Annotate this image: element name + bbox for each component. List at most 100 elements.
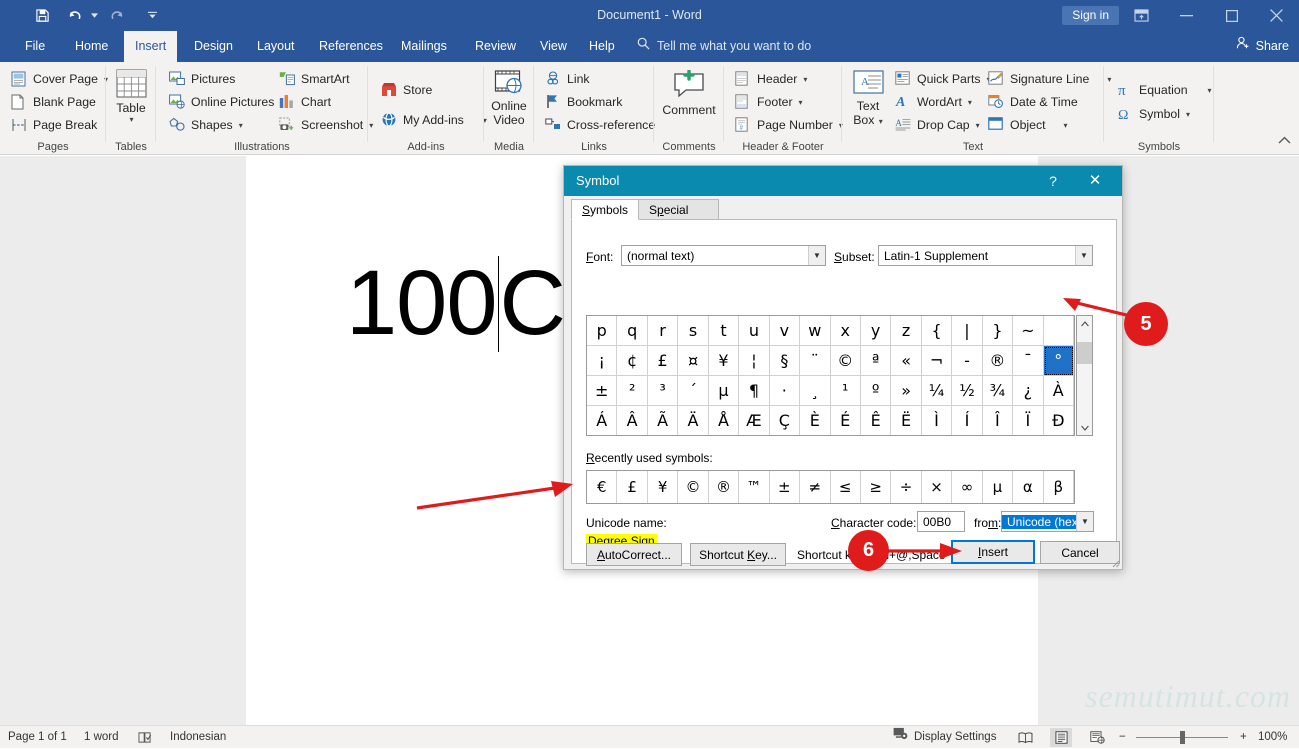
- recent-symbol-cell[interactable]: β: [1044, 471, 1074, 503]
- symbol-cell[interactable]: £: [647, 346, 679, 376]
- symbol-cell[interactable]: ¯: [1013, 346, 1044, 376]
- ribbon-button-page-number[interactable]: # Page Number ▾: [732, 114, 846, 137]
- minimize-icon[interactable]: [1164, 0, 1209, 31]
- symbol-grid[interactable]: p q r s t u v w x y z{|} ~ ¡ ¢ £ ¤ ¥ ¦ § ¨ © ª «¬ - ® ¯ ° ± ² ³ ´ µ ¶ · ¸ ¹…: [586, 315, 1075, 436]
- symbol-cell[interactable]: ³: [647, 376, 679, 406]
- symbol-cell[interactable]: ¸: [800, 376, 831, 406]
- language-indicator[interactable]: Indonesian: [170, 726, 226, 749]
- ribbon-button-page-break[interactable]: Page Break: [8, 114, 100, 137]
- symbol-cell[interactable]: ®: [982, 346, 1014, 376]
- symbol-cell[interactable]: y: [860, 316, 892, 346]
- share-button[interactable]: Share: [1236, 31, 1289, 62]
- symbol-cell[interactable]: v: [769, 316, 801, 346]
- tab-references[interactable]: References: [308, 31, 394, 62]
- recent-symbol-cell[interactable]: ™: [739, 471, 770, 503]
- symbol-cell[interactable]: ·: [769, 376, 801, 406]
- symbol-cell[interactable]: Ç: [770, 406, 801, 435]
- ribbon-button-table[interactable]: Table ▾: [111, 69, 151, 124]
- zoom-out-button[interactable]: −: [1119, 726, 1126, 749]
- chevron-down-icon[interactable]: ▾: [1208, 86, 1212, 95]
- chevron-down-icon[interactable]: ▼: [1075, 246, 1092, 265]
- symbol-cell[interactable]: r: [647, 316, 679, 346]
- close-icon[interactable]: ✕: [1076, 166, 1114, 196]
- tab-home[interactable]: Home: [64, 31, 119, 62]
- symbol-cell[interactable]: ¼: [921, 376, 953, 406]
- symbol-cell[interactable]: x: [830, 316, 861, 346]
- symbol-cell[interactable]: Å: [709, 406, 740, 435]
- tab-view[interactable]: View: [529, 31, 578, 62]
- symbol-cell[interactable]: u: [739, 316, 770, 346]
- recent-symbol-cell[interactable]: ®: [709, 471, 740, 503]
- ribbon-button-drop-cap[interactable]: A Drop Cap ▾: [892, 114, 983, 137]
- zoom-level[interactable]: 100%: [1258, 726, 1287, 749]
- ribbon-button-quick-parts[interactable]: Quick Parts ▾: [892, 68, 994, 91]
- symbol-cell[interactable]: }: [982, 316, 1014, 346]
- symbol-cell[interactable]: «: [891, 346, 922, 376]
- symbol-cell[interactable]: ¤: [678, 346, 709, 376]
- print-layout-icon[interactable]: [1050, 728, 1072, 747]
- symbol-cell[interactable]: Ë: [891, 406, 922, 435]
- ribbon-display-options-icon[interactable]: [1119, 0, 1164, 31]
- symbol-cell[interactable]: Â: [617, 406, 648, 435]
- symbol-cell[interactable]: º: [860, 376, 892, 406]
- symbol-cell[interactable]: ¿: [1013, 376, 1044, 406]
- character-code-input[interactable]: 00B0: [917, 511, 965, 532]
- symbol-cell[interactable]: q: [617, 316, 648, 346]
- recent-symbol-cell[interactable]: £: [617, 471, 648, 503]
- symbol-cell[interactable]: ¹: [830, 376, 861, 406]
- chevron-down-icon[interactable]: ▾: [976, 121, 980, 130]
- recent-symbol-cell[interactable]: ≤: [831, 471, 861, 503]
- symbol-cell[interactable]: µ: [708, 376, 740, 406]
- symbol-cell[interactable]: [1043, 316, 1074, 346]
- chevron-down-icon[interactable]: ▾: [239, 121, 243, 130]
- sign-in-button[interactable]: Sign in: [1062, 6, 1119, 25]
- symbol-cell[interactable]: -: [952, 346, 983, 376]
- recent-symbol-cell[interactable]: ±: [770, 471, 801, 503]
- recent-symbol-cell[interactable]: α: [1013, 471, 1044, 503]
- symbol-cell[interactable]: ½: [952, 376, 983, 406]
- symbol-cell[interactable]: ²: [617, 376, 648, 406]
- zoom-slider-thumb[interactable]: [1180, 731, 1185, 744]
- ribbon-button-blank-page[interactable]: Blank Page: [8, 91, 99, 114]
- symbol-cell[interactable]: Í: [952, 406, 983, 435]
- symbol-cell[interactable]: É: [831, 406, 861, 435]
- symbol-cell[interactable]: Ê: [861, 406, 892, 435]
- ribbon-button-comment[interactable]: Comment: [658, 69, 720, 117]
- document-text[interactable]: 100 C: [346, 251, 566, 356]
- ribbon-button-store[interactable]: Store: [378, 79, 435, 102]
- ribbon-button-header[interactable]: Header ▾: [732, 68, 810, 91]
- resize-grip-icon[interactable]: [1108, 556, 1120, 568]
- recent-symbol-cell[interactable]: ©: [678, 471, 709, 503]
- customize-qat-icon[interactable]: [139, 3, 165, 29]
- insert-button[interactable]: Insert: [951, 540, 1035, 564]
- symbol-grid-scrollbar[interactable]: [1076, 315, 1093, 436]
- ribbon-button-link[interactable]: Link: [542, 68, 593, 91]
- tell-me-search[interactable]: Tell me what you want to do: [637, 31, 811, 62]
- symbol-cell[interactable]: ¡: [587, 346, 618, 376]
- ribbon-button-symbol[interactable]: Ω Symbol ▾: [1114, 103, 1193, 126]
- symbol-cell[interactable]: Ð: [1044, 406, 1074, 435]
- ribbon-button-text-box[interactable]: A Text Box ▾: [848, 70, 888, 129]
- symbol-cell[interactable]: ¶: [739, 376, 770, 406]
- recent-symbol-cell[interactable]: ≥: [861, 471, 892, 503]
- web-layout-icon[interactable]: [1086, 728, 1108, 747]
- ribbon-button-wordart[interactable]: A WordArt ▾: [892, 91, 975, 114]
- symbol-cell[interactable]: §: [769, 346, 801, 376]
- from-combo[interactable]: Unicode (hex) ▼: [1001, 511, 1094, 532]
- redo-icon[interactable]: [104, 3, 130, 29]
- ribbon-button-chart[interactable]: Chart: [276, 91, 334, 114]
- word-count[interactable]: 1 word: [84, 726, 119, 749]
- subset-combo[interactable]: Latin-1 Supplement ▼: [878, 245, 1093, 266]
- chevron-down-icon[interactable]: ▾: [879, 117, 883, 126]
- symbol-cell[interactable]: ¦: [739, 346, 770, 376]
- recent-symbol-cell[interactable]: ×: [922, 471, 953, 503]
- ribbon-button-cover-page[interactable]: Cover Page ▾: [8, 68, 111, 91]
- symbol-cell[interactable]: w: [800, 316, 831, 346]
- symbol-cell[interactable]: °: [1043, 346, 1074, 376]
- shortcut-key-button[interactable]: Shortcut Key...: [690, 543, 786, 566]
- ribbon-button-screenshot[interactable]: Screenshot ▾: [276, 114, 376, 137]
- save-icon[interactable]: [29, 3, 55, 29]
- ribbon-button-bookmark[interactable]: Bookmark: [542, 91, 625, 114]
- ribbon-button-shapes[interactable]: Shapes ▾: [166, 114, 246, 137]
- dialog-tab-special-characters[interactable]: Special Characters: [638, 199, 719, 237]
